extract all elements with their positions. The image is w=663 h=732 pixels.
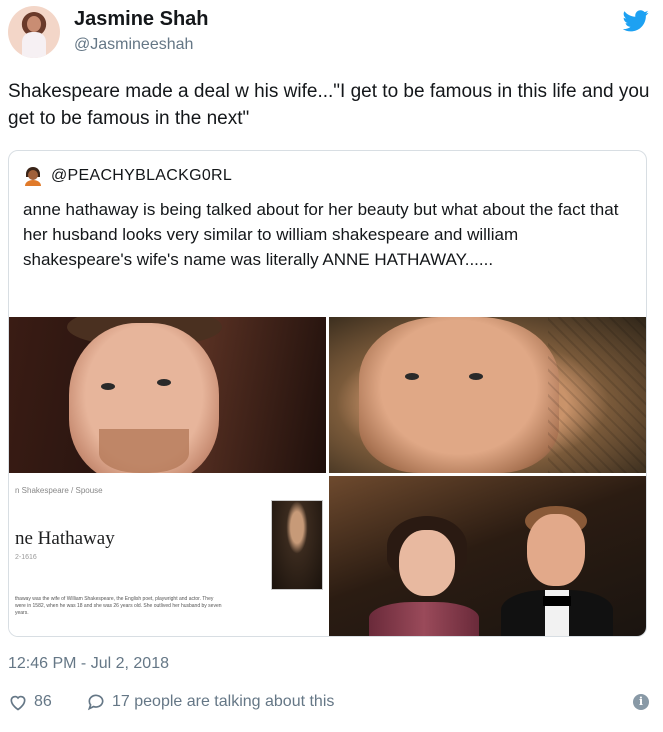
wiki-title: ne Hathaway bbox=[15, 528, 115, 549]
wiki-years: 2-1616 bbox=[15, 554, 37, 561]
bow-tie bbox=[543, 596, 571, 606]
eye bbox=[469, 373, 483, 380]
quoted-text: anne hathaway is being talked about for … bbox=[23, 200, 619, 269]
eye bbox=[405, 373, 419, 380]
wiki-breadcrumb: n Shakespeare / Spouse bbox=[15, 486, 103, 495]
dress bbox=[369, 602, 479, 636]
quoted-tweet[interactable]: @PEACHYBLACKG0RL anne hathaway is being … bbox=[8, 150, 647, 637]
face bbox=[527, 514, 585, 586]
info-icon[interactable]: i bbox=[633, 694, 649, 710]
twitter-bird-icon[interactable] bbox=[623, 10, 649, 32]
avatar-face bbox=[27, 16, 41, 32]
like-count[interactable]: 86 bbox=[34, 693, 52, 711]
author-handle[interactable]: @Jasmineeshah bbox=[74, 36, 193, 54]
eye bbox=[157, 379, 171, 386]
quoted-tweet-header: @PEACHYBLACKG0RL bbox=[23, 165, 232, 187]
face bbox=[359, 317, 559, 473]
person-woman bbox=[369, 516, 479, 636]
face bbox=[399, 530, 455, 596]
quoted-handle[interactable]: @PEACHYBLACKG0RL bbox=[51, 167, 232, 185]
talking-count[interactable]: 17 people are talking about this bbox=[112, 693, 334, 711]
heart-icon[interactable] bbox=[8, 692, 28, 712]
avatar-body bbox=[22, 32, 46, 58]
tweet-text: Shakespeare made a deal w his wife..."I … bbox=[8, 81, 650, 129]
photo-couple[interactable] bbox=[329, 476, 646, 636]
person-man bbox=[497, 506, 617, 636]
photo-wiki-card[interactable]: n Shakespeare / Spouse ne Hathaway 2-161… bbox=[9, 476, 326, 636]
author-name[interactable]: Jasmine Shah bbox=[74, 8, 209, 31]
tweet-actions: 86 17 people are talking about this i bbox=[8, 690, 655, 714]
avatar[interactable] bbox=[8, 6, 60, 58]
wiki-portrait bbox=[271, 500, 323, 590]
canvas-texture bbox=[548, 317, 646, 473]
wiki-body: thaway was the wife of William Shakespea… bbox=[15, 596, 222, 616]
media-grid[interactable]: n Shakespeare / Spouse ne Hathaway 2-161… bbox=[9, 317, 646, 636]
photo-actor-closeup[interactable] bbox=[9, 317, 326, 473]
tweet-header: Jasmine Shah @Jasmineeshah bbox=[8, 6, 655, 62]
photo-shakespeare-portrait[interactable] bbox=[329, 317, 646, 473]
person-emoji-icon bbox=[25, 167, 41, 186]
eye bbox=[101, 383, 115, 390]
beard bbox=[99, 429, 189, 473]
speech-bubble-icon[interactable] bbox=[86, 692, 106, 712]
tweet-timestamp[interactable]: 12:46 PM - Jul 2, 2018 bbox=[8, 655, 169, 673]
